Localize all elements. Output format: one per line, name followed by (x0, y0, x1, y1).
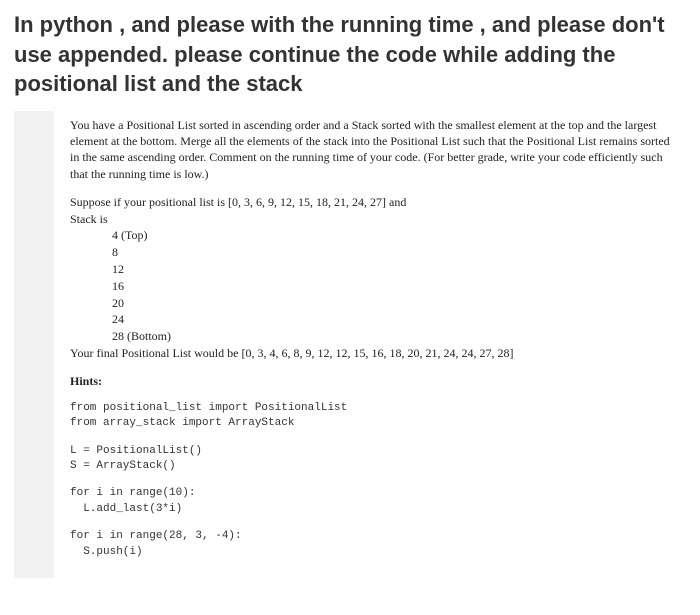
stack-label: Stack is (70, 211, 674, 228)
hints-label: Hints: (70, 374, 674, 389)
example-intro: Suppose if your positional list is [0, 3… (70, 194, 674, 211)
code-loop2: for i in range(28, 3, -4): S.push(i) (70, 529, 674, 560)
inner-content: You have a Positional List sorted in asc… (64, 111, 686, 578)
question-title: In python , and please with the running … (14, 10, 686, 99)
problem-statement: You have a Positional List sorted in asc… (70, 117, 674, 182)
content-block: You have a Positional List sorted in asc… (14, 111, 686, 578)
stack-items: 4 (Top) 8 12 16 20 24 28 (Bottom) (70, 227, 674, 345)
example-result: Your final Positional List would be [0, … (70, 345, 674, 362)
code-loop1: for i in range(10): L.add_last(3*i) (70, 486, 674, 517)
stack-row: 28 (Bottom) (112, 328, 674, 345)
document-container: In python , and please with the running … (0, 0, 700, 588)
example-block: Suppose if your positional list is [0, 3… (70, 194, 674, 362)
stack-row: 12 (112, 261, 674, 278)
stack-row: 20 (112, 295, 674, 312)
stack-row: 16 (112, 278, 674, 295)
code-init: L = PositionalList() S = ArrayStack() (70, 444, 674, 475)
code-imports: from positional_list import PositionalLi… (70, 401, 674, 432)
left-gutter (14, 111, 54, 578)
stack-row: 4 (Top) (112, 227, 674, 244)
stack-row: 24 (112, 311, 674, 328)
stack-row: 8 (112, 244, 674, 261)
